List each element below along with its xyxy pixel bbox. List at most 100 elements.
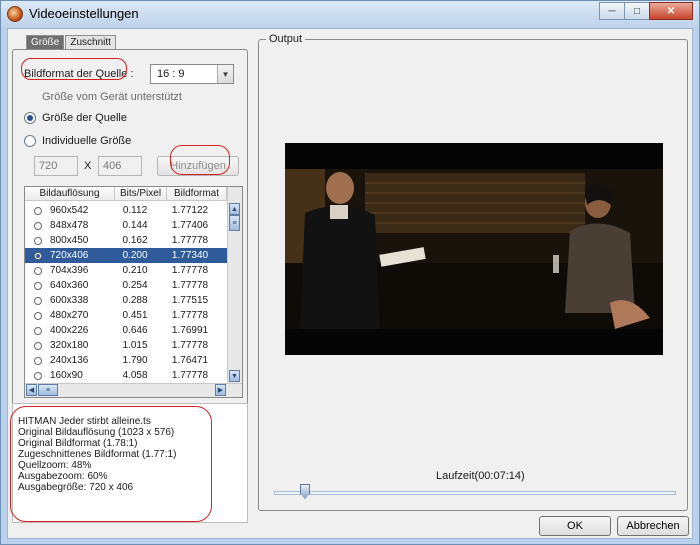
table-cell: 1.77406 [171, 220, 209, 231]
column-header[interactable]: Bits/Pixel [115, 187, 167, 200]
table-cell: 1.77778 [171, 235, 209, 246]
time-label: Laufzeit(00:07:14) [436, 470, 525, 482]
table-cell: 0.200 [122, 250, 148, 261]
hscroll-thumb[interactable]: ≡ [38, 384, 58, 396]
horizontal-scrollbar[interactable]: ◀ ≡ ▶ [25, 383, 242, 397]
table-cell: 1.76991 [171, 325, 209, 336]
row-radio[interactable] [34, 296, 42, 305]
column-header[interactable]: Bildauflösung [25, 187, 115, 200]
vertical-scrollbar[interactable]: ▲ ≡ ▼ [227, 187, 242, 383]
table-cell: 1.76471 [171, 355, 209, 366]
row-radio[interactable] [34, 341, 42, 350]
table-row[interactable]: 400x226 0.646 1.76991 [25, 323, 227, 338]
table-cell: 0.112 [122, 205, 148, 216]
video-frame-image [285, 143, 663, 355]
table-cell: 1.77340 [171, 250, 209, 261]
table-cell: 1.015 [122, 340, 148, 351]
table-cell: 1.77778 [171, 280, 209, 291]
table-cell: 480x270 [50, 310, 89, 321]
dialog-client: Größe Zuschnitt Bildformat der Quelle : … [7, 28, 693, 539]
tab-strip: Größe Zuschnitt [26, 35, 117, 49]
row-radio[interactable] [34, 281, 42, 290]
close-button[interactable]: ✕ [649, 2, 693, 20]
scroll-down-icon[interactable]: ▼ [229, 370, 240, 382]
video-preview [285, 143, 663, 355]
row-radio[interactable] [34, 206, 42, 215]
maximize-button[interactable]: □ [624, 2, 650, 20]
tab-crop[interactable]: Zuschnitt [65, 35, 116, 49]
row-radio[interactable] [34, 266, 42, 275]
table-cell: 1.77778 [171, 370, 209, 381]
table-row[interactable]: 960x542 0.112 1.77122 [25, 203, 227, 218]
supported-note: Größe vom Gerät unterstützt [42, 91, 182, 103]
table-cell: 720x406 [50, 250, 89, 261]
title-bar[interactable]: Videoeinstellungen ─ □ ✕ [1, 1, 699, 27]
table-row[interactable]: 720x406 0.200 1.77340 [25, 248, 227, 263]
highlight-ellipse [21, 58, 127, 80]
row-radio[interactable] [34, 221, 42, 230]
table-row[interactable]: 160x90 4.058 1.77778 [25, 368, 227, 383]
row-radio[interactable] [34, 311, 42, 320]
table-cell: 0.162 [122, 235, 148, 246]
table-cell: 0.646 [122, 325, 148, 336]
row-radio[interactable] [34, 356, 42, 365]
tab-size[interactable]: Größe [26, 35, 65, 49]
table-cell: 320x180 [50, 340, 89, 351]
highlight-ellipse [170, 145, 230, 175]
timeline-track[interactable] [274, 491, 676, 495]
source-format-select[interactable]: 16 : 9 ▼ [150, 64, 234, 84]
table-cell: 960x542 [50, 205, 89, 216]
table-cell: 704x396 [50, 265, 89, 276]
column-header[interactable]: Bildformat [167, 187, 227, 200]
table-cell: 0.144 [122, 220, 148, 231]
app-icon [7, 6, 23, 22]
table-cell: 0.451 [122, 310, 148, 321]
table-cell: 400x226 [50, 325, 89, 336]
table-cell: 1.77778 [171, 265, 209, 276]
table-cell: 0.254 [122, 280, 148, 291]
table-cell: 160x90 [50, 370, 83, 381]
table-row[interactable]: 704x396 0.210 1.77778 [25, 263, 227, 278]
height-input[interactable]: 406 [98, 156, 142, 176]
table-row[interactable]: 320x180 1.015 1.77778 [25, 338, 227, 353]
scroll-left-icon[interactable]: ◀ [26, 384, 37, 396]
table-cell: 600x338 [50, 295, 89, 306]
scroll-thumb[interactable]: ≡ [229, 215, 240, 231]
window-title: Videoeinstellungen [29, 6, 139, 21]
table-row[interactable]: 848x478 0.144 1.77406 [25, 218, 227, 233]
radio-source-size[interactable] [24, 112, 36, 124]
resolution-table: Bildauflösung Bits/Pixel Bildformat 960x… [24, 186, 243, 398]
row-radio[interactable] [34, 236, 42, 245]
dialog-window: Videoeinstellungen ─ □ ✕ Größe Zuschnitt… [0, 0, 700, 545]
table-row[interactable]: 640x360 0.254 1.77778 [25, 278, 227, 293]
row-radio[interactable] [34, 371, 42, 380]
table-cell: 0.288 [122, 295, 148, 306]
table-row[interactable]: 800x450 0.162 1.77778 [25, 233, 227, 248]
cancel-button[interactable]: Abbrechen [617, 516, 689, 536]
output-title: Output [266, 33, 306, 45]
radio-source-size-label[interactable]: Größe der Quelle [42, 112, 127, 124]
table-header: Bildauflösung Bits/Pixel Bildformat [25, 187, 227, 201]
table-row[interactable]: 480x270 0.451 1.77778 [25, 308, 227, 323]
row-radio[interactable] [34, 251, 42, 260]
table-cell: 240x136 [50, 355, 89, 366]
table-row[interactable]: 600x338 0.288 1.77515 [25, 293, 227, 308]
minimize-button[interactable]: ─ [599, 2, 625, 20]
radio-custom-size-label[interactable]: Individuelle Größe [42, 135, 131, 147]
row-radio[interactable] [34, 326, 42, 335]
table-cell: 0.210 [122, 265, 148, 276]
table-cell: 1.790 [122, 355, 148, 366]
table-cell: 4.058 [122, 370, 148, 381]
radio-custom-size[interactable] [24, 135, 36, 147]
highlight-ellipse [10, 406, 212, 522]
table-cell: 640x360 [50, 280, 89, 291]
width-input[interactable]: 720 [34, 156, 78, 176]
table-cell: 1.77778 [171, 340, 209, 351]
table-row[interactable]: 240x136 1.790 1.76471 [25, 353, 227, 368]
scroll-right-icon[interactable]: ▶ [215, 384, 226, 396]
chevron-down-icon[interactable]: ▼ [217, 65, 233, 83]
scroll-up-icon[interactable]: ▲ [229, 203, 240, 215]
table-cell: 1.77515 [171, 295, 209, 306]
times-label: X [84, 160, 92, 172]
ok-button[interactable]: OK [539, 516, 611, 536]
